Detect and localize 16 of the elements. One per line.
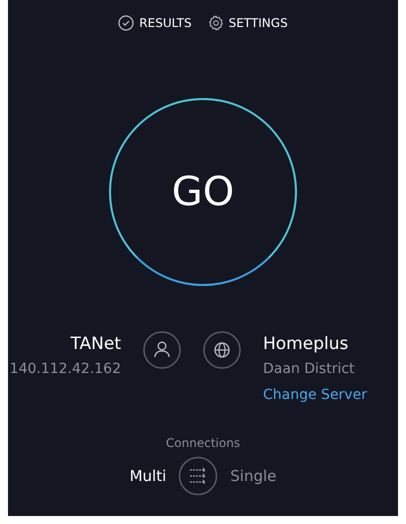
globe-icon <box>203 331 241 369</box>
change-server-link[interactable]: Change Server <box>263 387 367 403</box>
connection-option[interactable]: Multi <box>130 467 166 485</box>
server-location: Daan District <box>263 360 356 379</box>
check-circle-icon <box>118 15 134 31</box>
connection-option[interactable]: Single <box>230 467 276 485</box>
provider-name: TANet <box>69 333 121 356</box>
user-icon <box>143 331 181 369</box>
go-button[interactable]: GO <box>109 98 297 286</box>
nav-link[interactable]: SETTINGS <box>208 15 288 31</box>
server-name: Homeplus <box>263 333 350 356</box>
settings-icon <box>208 15 224 31</box>
ip-address: 140.112.42.162 <box>8 360 121 379</box>
connections-label: Connections <box>166 436 240 450</box>
connections-toggle-icon[interactable] <box>178 456 218 496</box>
nav-link[interactable]: RESULTS <box>118 15 192 31</box>
